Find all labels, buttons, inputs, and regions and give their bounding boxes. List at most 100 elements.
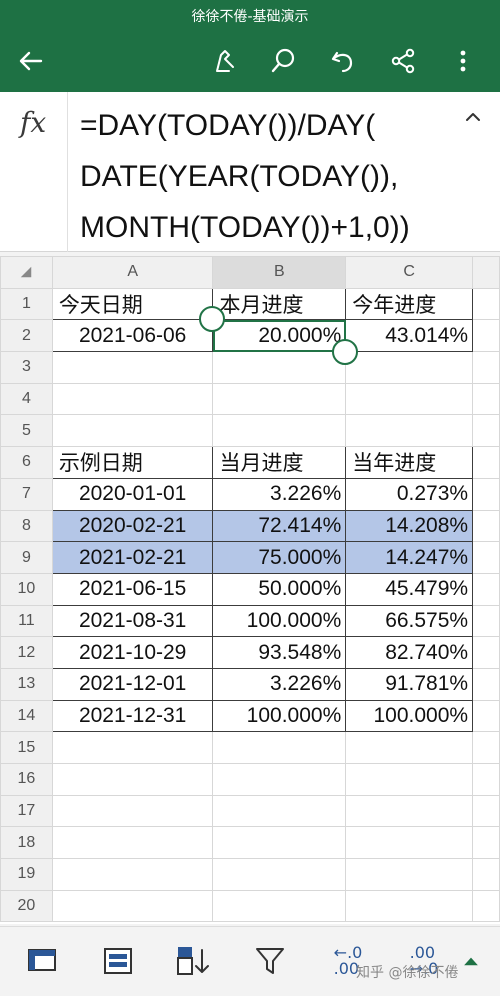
cell-b16[interactable] [212,763,347,796]
row-header[interactable]: 19 [0,858,53,891]
cell-a7[interactable]: 2020-01-01 [51,477,214,511]
cell-d5[interactable] [472,414,500,448]
cell-d8[interactable] [472,509,500,543]
cell-a8[interactable]: 2020-02-21 [51,509,214,543]
cell-b2[interactable]: 20.000% [212,319,347,353]
cell-c20[interactable] [345,889,474,923]
cell-b4[interactable] [212,382,347,416]
row-header[interactable]: 17 [0,794,53,828]
cell-c17[interactable] [345,794,474,828]
cell-b8[interactable]: 72.414% [212,509,347,543]
cell-b18[interactable] [212,826,347,860]
cell-c15[interactable] [345,731,474,764]
search-icon[interactable] [266,44,300,78]
cell-d16[interactable] [472,763,500,796]
cell-c14[interactable]: 100.000% [345,699,474,733]
cell-c8[interactable]: 14.208% [345,509,474,543]
cell-b5[interactable] [212,414,347,448]
cell-c1[interactable]: 今年进度 [345,287,474,321]
cell-c13[interactable]: 91.781% [345,667,474,701]
cell-a18[interactable] [51,826,214,860]
column-header-d[interactable] [472,256,500,289]
undo-icon[interactable] [326,44,360,78]
cell-b20[interactable] [212,889,347,923]
sort-icon[interactable] [170,941,214,981]
cell-c18[interactable] [345,826,474,860]
back-arrow-icon[interactable] [14,44,48,78]
cell-b1[interactable]: 本月进度 [212,287,347,321]
cell-d10[interactable] [472,572,500,606]
cell-a2[interactable]: 2021-06-06 [51,319,214,353]
cell-a6[interactable]: 示例日期 [51,446,214,479]
cell-c5[interactable] [345,414,474,448]
cell-b17[interactable] [212,794,347,828]
cell-d13[interactable] [472,667,500,701]
cell-c3[interactable] [345,351,474,384]
row-header[interactable]: 20 [0,889,53,923]
row-header[interactable]: 5 [0,414,53,448]
cell-d7[interactable] [472,477,500,511]
cell-a3[interactable] [51,351,214,384]
formula-bar[interactable]: fx =DAY(TODAY())/DAY( DATE(YEAR(TODAY())… [0,92,500,252]
cell-d1[interactable] [472,287,500,321]
more-icon[interactable] [446,44,480,78]
row-header[interactable]: 10 [0,572,53,606]
row-header[interactable]: 12 [0,636,53,669]
cell-b11[interactable]: 100.000% [212,604,347,638]
selection-handle-start[interactable] [199,306,225,332]
cell-a15[interactable] [51,731,214,764]
row-header[interactable]: 14 [0,699,53,733]
cell-d12[interactable] [472,636,500,669]
row-header[interactable]: 13 [0,667,53,701]
cell-d2[interactable] [472,319,500,353]
cell-b3[interactable] [212,351,347,384]
cell-d3[interactable] [472,351,500,384]
cell-c6[interactable]: 当年进度 [345,446,474,479]
row-header[interactable]: 8 [0,509,53,543]
cell-b6[interactable]: 当月进度 [212,446,347,479]
column-header-b[interactable]: B [212,256,347,289]
collapse-formula-icon[interactable] [462,106,484,128]
row-header[interactable]: 16 [0,763,53,796]
cell-b14[interactable]: 100.000% [212,699,347,733]
pen-icon[interactable] [208,44,242,78]
spreadsheet-grid[interactable]: A B C 1 今天日期 本月进度 今年进度 2 2021-06-06 20.000% 43.014… [0,256,500,924]
row-header[interactable]: 7 [0,477,53,511]
cell-d14[interactable] [472,699,500,733]
filter-icon[interactable] [248,941,292,981]
selection-handle-end[interactable] [332,339,358,365]
cell-d4[interactable] [472,382,500,416]
cell-b9[interactable]: 75.000% [212,541,347,574]
cell-d17[interactable] [472,794,500,828]
column-header-a[interactable]: A [51,256,214,289]
cell-a19[interactable] [51,858,214,891]
cell-d15[interactable] [472,731,500,764]
cell-c19[interactable] [345,858,474,891]
row-header[interactable]: 6 [0,446,53,479]
cell-d11[interactable] [472,604,500,638]
share-icon[interactable] [386,44,420,78]
format-icon[interactable] [96,941,140,981]
cell-a16[interactable] [51,763,214,796]
cell-a1[interactable]: 今天日期 [51,287,214,321]
cell-a20[interactable] [51,889,214,923]
row-header[interactable]: 11 [0,604,53,638]
cell-c16[interactable] [345,763,474,796]
cell-a4[interactable] [51,382,214,416]
cell-d20[interactable] [472,889,500,923]
cell-d9[interactable] [472,541,500,574]
row-header[interactable]: 1 [0,287,53,321]
row-header[interactable]: 4 [0,382,53,416]
cell-a11[interactable]: 2021-08-31 [51,604,214,638]
select-all-corner[interactable] [0,256,53,289]
cell-b13[interactable]: 3.226% [212,667,347,701]
row-header[interactable]: 2 [0,319,53,353]
cell-b19[interactable] [212,858,347,891]
cell-b12[interactable]: 93.548% [212,636,347,669]
formula-text[interactable]: =DAY(TODAY())/DAY( DATE(YEAR(TODAY()), M… [80,100,460,253]
row-header[interactable]: 18 [0,826,53,860]
cell-d6[interactable] [472,446,500,479]
cell-a14[interactable]: 2021-12-31 [51,699,214,733]
cell-c11[interactable]: 66.575% [345,604,474,638]
cell-b7[interactable]: 3.226% [212,477,347,511]
